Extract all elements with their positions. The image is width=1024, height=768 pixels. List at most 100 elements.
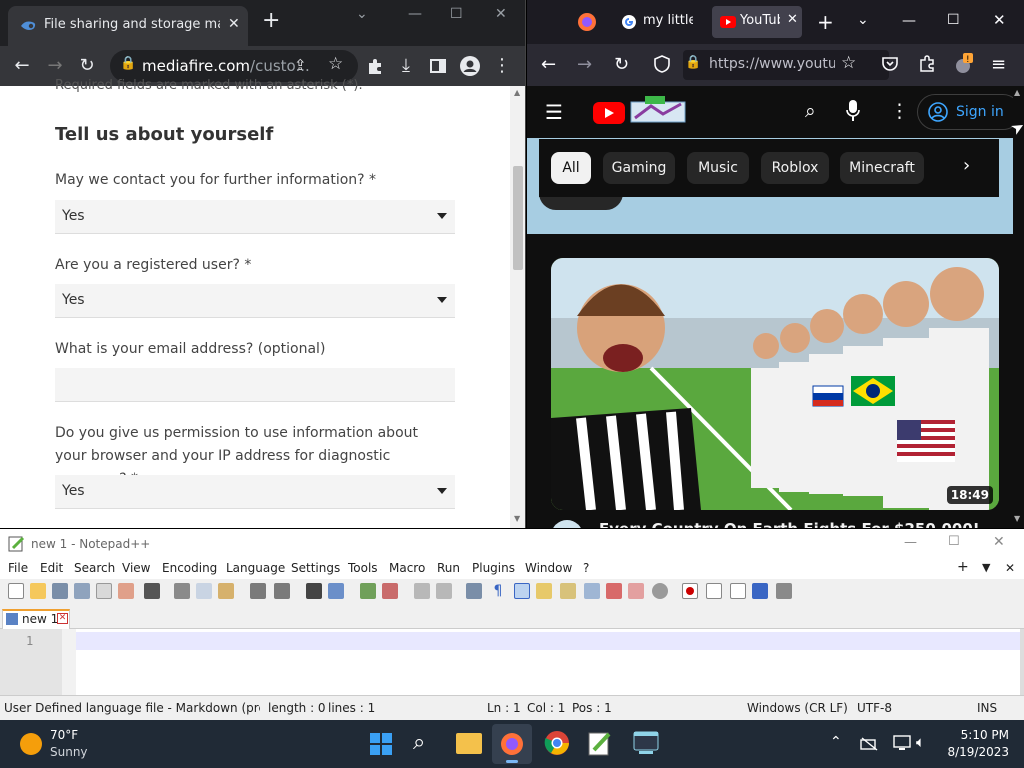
shield-icon[interactable] (654, 55, 670, 73)
close-tab-icon[interactable]: ✕ (787, 12, 798, 27)
windows-start-icon[interactable] (369, 732, 393, 756)
back-arrow-icon[interactable]: ← (10, 54, 34, 78)
notepadpp-taskbar-icon[interactable] (588, 730, 612, 756)
weather-temp[interactable]: 70°F (50, 728, 78, 742)
add-icon[interactable]: + (957, 559, 969, 575)
firefox-address-bar[interactable]: 🔒 https://www.youtube ☆ (683, 50, 889, 80)
save-icon[interactable] (52, 583, 68, 599)
menu-plugins[interactable]: Plugins (472, 561, 515, 575)
taskbar-search-icon[interactable]: ⌕ (413, 730, 425, 755)
close-tab-icon[interactable]: ✕ (57, 613, 68, 624)
udl-icon[interactable] (536, 583, 552, 599)
monitoring-icon[interactable] (628, 583, 644, 599)
scroll-up-icon[interactable]: ▲ (1014, 88, 1020, 97)
reload-icon[interactable]: ↻ (614, 54, 629, 75)
menu-edit[interactable]: Edit (40, 561, 63, 575)
menu-help[interactable]: ? (583, 561, 589, 575)
run-macro-multiple-icon[interactable] (752, 583, 768, 599)
weather-condition[interactable]: Sunny (50, 745, 88, 759)
extensions-puzzle-icon[interactable] (918, 54, 936, 72)
close-all-icon[interactable] (118, 583, 134, 599)
file-explorer-icon[interactable] (456, 733, 482, 754)
copy-icon[interactable] (196, 583, 212, 599)
close-tab-icon[interactable]: ✕ (228, 16, 240, 32)
menu-file[interactable]: File (8, 561, 28, 575)
new-file-icon[interactable] (8, 583, 24, 599)
more-options-icon[interactable]: ⋮ (890, 100, 909, 122)
record-macro-icon[interactable] (682, 583, 698, 599)
volume-icon[interactable]: 🔈︎ (916, 733, 925, 751)
video-title[interactable]: Every Country On Earth Fights For $250,0… (599, 520, 980, 528)
menu-macro[interactable]: Macro (389, 561, 425, 575)
doc-map-icon[interactable] (560, 583, 576, 599)
search-icon[interactable]: ⌕ (805, 100, 816, 122)
clock-date[interactable]: 8/19/2023 (945, 745, 1009, 759)
cut-icon[interactable] (174, 583, 190, 599)
scroll-down-icon[interactable]: ▼ (514, 514, 520, 523)
chevron-right-icon[interactable]: › (963, 155, 970, 176)
sync-v-icon[interactable] (414, 583, 430, 599)
kebab-menu-icon[interactable]: ⋮ (490, 54, 514, 78)
minimize-icon[interactable]: — (408, 6, 422, 22)
display-icon[interactable] (893, 735, 911, 751)
pocket-icon[interactable] (881, 55, 899, 73)
sign-in-button[interactable]: Sign in (917, 94, 1021, 130)
forward-arrow-icon[interactable]: → (577, 54, 592, 75)
youtube-doodle-logo-icon[interactable] (627, 96, 689, 124)
page-scrollbar[interactable]: ▲ ▼ (510, 86, 525, 528)
function-list-icon[interactable] (584, 583, 600, 599)
play-macro-icon[interactable] (730, 583, 746, 599)
redo-icon[interactable] (274, 583, 290, 599)
close-doc-icon[interactable]: ✕ (1005, 561, 1015, 575)
save-all-icon[interactable] (74, 583, 90, 599)
terminal-taskbar-icon[interactable] (633, 731, 659, 755)
reload-icon[interactable]: ↻ (75, 54, 99, 78)
microphone-icon[interactable] (846, 100, 860, 122)
zoom-out-icon[interactable] (382, 583, 398, 599)
chevron-down-icon[interactable]: ⌄ (356, 6, 368, 22)
menu-settings[interactable]: Settings (291, 561, 340, 575)
new-tab-button[interactable]: + (262, 10, 280, 32)
show-hidden-icons[interactable]: ⌃ (830, 734, 842, 750)
email-field[interactable] (55, 368, 455, 402)
minimize-icon[interactable]: — (904, 535, 917, 550)
scroll-down-icon[interactable]: ▼ (1014, 514, 1020, 523)
chrome-taskbar-icon[interactable] (544, 730, 570, 756)
firefox-logo-icon[interactable] (577, 12, 597, 32)
video-thumbnail[interactable]: 18:49 (551, 258, 999, 510)
open-file-icon[interactable] (30, 583, 46, 599)
menu-tools[interactable]: Tools (348, 561, 378, 575)
menu-window[interactable]: Window (525, 561, 572, 575)
zoom-in-icon[interactable] (360, 583, 376, 599)
diagnostic-select[interactable]: Yes (55, 475, 455, 509)
menu-view[interactable]: View (122, 561, 150, 575)
forward-arrow-icon[interactable]: → (43, 54, 67, 78)
menu-run[interactable]: Run (437, 561, 460, 575)
youtube-logo-icon[interactable] (593, 102, 625, 124)
undo-icon[interactable] (250, 583, 266, 599)
scroll-up-icon[interactable]: ▲ (514, 88, 520, 97)
paste-icon[interactable] (218, 583, 234, 599)
registered-select[interactable]: Yes (55, 284, 455, 318)
star-bookmark-icon[interactable]: ☆ (841, 53, 856, 73)
dropdown-arrow-icon[interactable]: ▼ (982, 561, 990, 574)
close-window-icon[interactable]: ✕ (993, 534, 1005, 550)
firefox-scrollbar[interactable]: ▲ ▼ (1013, 86, 1024, 528)
maximize-icon[interactable]: ☐ (450, 6, 463, 22)
doc-tab-new1[interactable]: new 1 ✕ (2, 609, 70, 629)
folder-workspace-icon[interactable] (606, 583, 622, 599)
close-file-icon[interactable] (96, 583, 112, 599)
close-window-icon[interactable]: ✕ (993, 11, 1006, 29)
chip-roblox[interactable]: Roblox (761, 152, 829, 184)
extensions-puzzle-icon[interactable] (363, 54, 387, 78)
clock-time[interactable]: 5:10 PM (955, 728, 1009, 742)
hamburger-menu-icon[interactable]: ≡ (991, 54, 1006, 75)
hamburger-menu-icon[interactable]: ☰ (545, 100, 563, 124)
indent-guide-icon[interactable] (514, 583, 530, 599)
scrollbar-thumb[interactable] (513, 166, 523, 270)
npp-editor[interactable]: 1 (0, 629, 1024, 695)
taskbar-firefox-button[interactable] (492, 724, 532, 764)
star-bookmark-icon[interactable]: ☆ (328, 54, 343, 74)
menu-language[interactable]: Language (226, 561, 285, 575)
share-icon[interactable]: ⇪ (294, 56, 307, 74)
